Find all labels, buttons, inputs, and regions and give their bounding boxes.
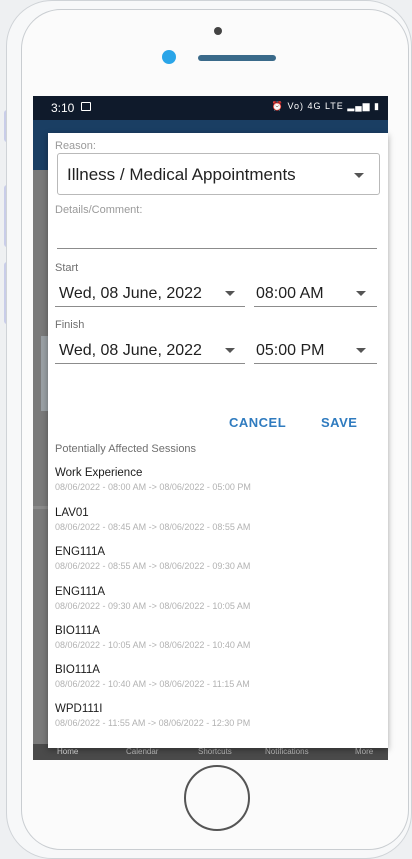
start-date-underline: [55, 306, 245, 307]
finish-date-underline: [55, 363, 245, 364]
session-title: Work Experience: [55, 467, 143, 479]
cancel-button[interactable]: CANCEL: [229, 415, 286, 430]
start-date-picker[interactable]: Wed, 08 June, 2022: [59, 285, 202, 303]
session-time: 08/06/2022 - 08:45 AM -> 08/06/2022 - 08…: [55, 522, 251, 532]
session-title: LAV01: [55, 507, 89, 519]
nav-more[interactable]: More: [355, 747, 373, 756]
session-title: WPD111I: [55, 703, 103, 715]
proximity-sensor: [214, 27, 222, 35]
start-time-underline: [254, 306, 377, 307]
phone-home-button[interactable]: [184, 765, 250, 831]
start-time-picker[interactable]: 08:00 AM: [256, 285, 324, 303]
status-icons: ⏰ Vo) 4G LTE ▂▄▆ ▮: [271, 101, 380, 111]
network-indicator: Vo) 4G LTE: [287, 101, 344, 111]
session-title: BIO111A: [55, 664, 100, 676]
nav-calendar[interactable]: Calendar: [126, 747, 158, 756]
absence-dialog: Reason: Illness / Medical Appointments D…: [48, 133, 388, 748]
chevron-down-icon: [225, 348, 235, 353]
front-camera: [162, 50, 176, 64]
reason-value: Illness / Medical Appointments: [67, 165, 296, 184]
session-time: 08/06/2022 - 11:55 AM -> 08/06/2022 - 12…: [55, 718, 251, 728]
session-title: BIO111A: [55, 625, 100, 637]
save-button[interactable]: SAVE: [321, 415, 357, 430]
image-notification-icon: [81, 102, 91, 111]
reason-label: Reason:: [55, 140, 96, 152]
nav-home[interactable]: Home: [57, 747, 78, 756]
chevron-down-icon: [225, 291, 235, 296]
session-time: 08/06/2022 - 10:05 AM -> 08/06/2022 - 10…: [55, 640, 251, 650]
details-label: Details/Comment:: [55, 204, 143, 216]
nav-shortcuts[interactable]: Shortcuts: [198, 747, 232, 756]
finish-label: Finish: [55, 319, 85, 331]
session-time: 08/06/2022 - 08:00 AM -> 08/06/2022 - 05…: [55, 482, 251, 492]
finish-time-picker[interactable]: 05:00 PM: [256, 342, 324, 360]
session-time: 08/06/2022 - 09:30 AM -> 08/06/2022 - 10…: [55, 601, 251, 611]
nav-notifications[interactable]: Notifications: [265, 747, 309, 756]
finish-date-picker[interactable]: Wed, 08 June, 2022: [59, 342, 202, 360]
session-title: ENG111A: [55, 546, 106, 558]
session-time: 08/06/2022 - 10:40 AM -> 08/06/2022 - 11…: [55, 679, 250, 689]
chevron-down-icon: [356, 348, 366, 353]
finish-time-underline: [254, 363, 377, 364]
details-input[interactable]: [57, 221, 377, 248]
session-time: 08/06/2022 - 08:55 AM -> 08/06/2022 - 09…: [55, 561, 251, 571]
affected-sessions-header: Potentially Affected Sessions: [55, 443, 197, 455]
status-time: 3:10: [51, 101, 75, 115]
chevron-down-icon: [354, 173, 364, 178]
status-bar: 3:10 ⏰ Vo) 4G LTE ▂▄▆ ▮: [33, 96, 388, 120]
details-underline: [57, 248, 377, 249]
reason-select[interactable]: Illness / Medical Appointments: [57, 153, 380, 195]
earpiece-speaker: [198, 55, 276, 61]
session-title: ENG111A: [55, 586, 106, 598]
start-label: Start: [55, 262, 79, 274]
chevron-down-icon: [356, 291, 366, 296]
